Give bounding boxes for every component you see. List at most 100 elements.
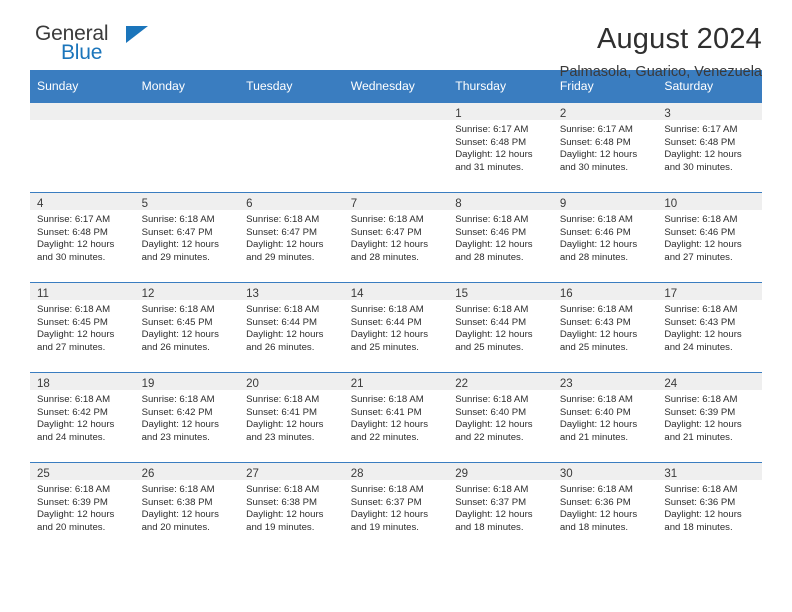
daylight-duration-line1: Daylight: 12 hours xyxy=(141,509,219,521)
day-sun-info: Sunrise: 6:18 AM Sunset: 6:37 PM Daylight:… xyxy=(344,480,449,534)
day-sun-info: Sunrise: 6:18 AM Sunset: 6:46 PM Daylight:… xyxy=(553,210,658,264)
calendar-day-cell[interactable]: 28 Sunrise: 6:18 AM Sunset: 6:37 PM Dayligh… xyxy=(343,462,449,552)
sunrise-time: Sunrise: 6:18 AM xyxy=(141,214,215,225)
calendar-day-cell[interactable]: 10 Sunrise: 6:18 AM Sunset: 6:46 PM Dayligh… xyxy=(657,192,762,283)
day-number: 25 xyxy=(37,468,50,480)
calendar-day-cell[interactable]: 15 Sunrise: 6:18 AM Sunset: 6:44 PM Dayligh… xyxy=(448,282,553,373)
day-number-band: 15 xyxy=(448,283,553,300)
sunrise-time: Sunrise: 6:18 AM xyxy=(455,304,529,315)
calendar-day-cell[interactable]: 18 Sunrise: 6:18 AM Sunset: 6:42 PM Dayligh… xyxy=(30,372,135,463)
calendar-day-cell[interactable]: 8 Sunrise: 6:18 AM Sunset: 6:46 PM Daylight… xyxy=(448,192,553,283)
calendar-day-cell[interactable]: 16 Sunrise: 6:18 AM Sunset: 6:43 PM Dayligh… xyxy=(552,282,658,373)
calendar-day-cell[interactable]: 26 Sunrise: 6:18 AM Sunset: 6:38 PM Dayligh… xyxy=(134,462,240,552)
day-number-band: 14 xyxy=(343,283,449,300)
daylight-duration-line1: Daylight: 12 hours xyxy=(455,509,533,521)
day-number: 2 xyxy=(559,108,567,120)
calendar-day-cell[interactable]: 4 Sunrise: 6:17 AM Sunset: 6:48 PM Daylight… xyxy=(30,192,135,283)
day-cell-inner xyxy=(239,103,344,192)
sunset-time: Sunset: 6:39 PM xyxy=(37,496,108,508)
sunset-time: Sunset: 6:45 PM xyxy=(37,316,108,328)
sunrise-time: Sunrise: 6:18 AM xyxy=(246,214,320,225)
calendar-day-cell[interactable]: 3 Sunrise: 6:17 AM Sunset: 6:48 PM Daylight… xyxy=(657,102,762,193)
day-number-band: 29 xyxy=(448,463,553,480)
sunset-time: Sunset: 6:37 PM xyxy=(455,496,527,508)
calendar-day-cell[interactable]: 27 Sunrise: 6:18 AM Sunset: 6:38 PM Dayligh… xyxy=(239,462,344,552)
calendar-day-cell[interactable]: 25 Sunrise: 6:18 AM Sunset: 6:39 PM Dayligh… xyxy=(30,462,135,552)
calendar-body: 1 Sunrise: 6:17 AM Sunset: 6:48 PM Daylight… xyxy=(30,102,762,552)
day-sun-info: Sunrise: 6:18 AM Sunset: 6:42 PM Daylight:… xyxy=(30,390,135,444)
sunrise-time: Sunrise: 6:18 AM xyxy=(37,394,111,405)
daylight-duration-line1: Daylight: 12 hours xyxy=(559,509,638,521)
day-cell-inner: 24 Sunrise: 6:18 AM Sunset: 6:39 PM Dayligh… xyxy=(657,373,762,462)
day-number-band: 16 xyxy=(552,283,658,300)
page-title: August 2024 xyxy=(596,23,762,55)
day-number: 8 xyxy=(455,198,462,210)
day-number: 4 xyxy=(37,198,44,210)
day-number-band: 4 xyxy=(30,193,135,210)
calendar-week-row: 18 Sunrise: 6:18 AM Sunset: 6:42 PM Dayligh… xyxy=(30,372,762,463)
sunrise-time: Sunrise: 6:18 AM xyxy=(559,214,633,225)
day-number-band: 10 xyxy=(657,193,762,210)
day-number-band: 28 xyxy=(343,463,449,480)
calendar-day-cell-empty xyxy=(239,102,344,193)
day-number-band: 12 xyxy=(134,283,240,300)
generalblue-logo: General Blue xyxy=(30,22,155,70)
calendar-day-cell[interactable]: 17 Sunrise: 6:18 AM Sunset: 6:43 PM Dayligh… xyxy=(657,282,762,373)
day-number-band: 2 xyxy=(552,103,658,120)
sunrise-time: Sunrise: 6:17 AM xyxy=(37,214,111,225)
day-cell-inner: 14 Sunrise: 6:18 AM Sunset: 6:44 PM Dayligh… xyxy=(343,283,449,372)
sunrise-time: Sunrise: 6:18 AM xyxy=(559,394,633,405)
calendar-day-cell[interactable]: 30 Sunrise: 6:18 AM Sunset: 6:36 PM Dayligh… xyxy=(552,462,658,552)
sunset-time: Sunset: 6:39 PM xyxy=(664,406,736,418)
sunset-time: Sunset: 6:43 PM xyxy=(664,316,736,328)
day-sun-info: Sunrise: 6:18 AM Sunset: 6:45 PM Daylight:… xyxy=(30,300,135,354)
sunset-time: Sunset: 6:40 PM xyxy=(559,406,631,418)
calendar-day-cell[interactable]: 9 Sunrise: 6:18 AM Sunset: 6:46 PM Daylight… xyxy=(552,192,658,283)
sunrise-time: Sunrise: 6:18 AM xyxy=(141,484,215,495)
calendar-day-cell[interactable]: 19 Sunrise: 6:18 AM Sunset: 6:42 PM Dayligh… xyxy=(134,372,240,463)
sunrise-time: Sunrise: 6:18 AM xyxy=(455,484,529,495)
daylight-duration-line2: and 27 minutes. xyxy=(664,251,733,263)
day-cell-inner: 15 Sunrise: 6:18 AM Sunset: 6:44 PM Dayligh… xyxy=(448,283,553,372)
calendar-day-cell[interactable]: 24 Sunrise: 6:18 AM Sunset: 6:39 PM Dayligh… xyxy=(657,372,762,463)
day-number-band: 19 xyxy=(134,373,240,390)
calendar-day-cell[interactable]: 6 Sunrise: 6:18 AM Sunset: 6:47 PM Daylight… xyxy=(239,192,344,283)
calendar-day-cell[interactable]: 11 Sunrise: 6:18 AM Sunset: 6:45 PM Dayligh… xyxy=(30,282,135,373)
calendar-day-cell[interactable]: 29 Sunrise: 6:18 AM Sunset: 6:37 PM Dayligh… xyxy=(448,462,553,552)
calendar-day-cell[interactable]: 1 Sunrise: 6:17 AM Sunset: 6:48 PM Daylight… xyxy=(448,102,553,193)
calendar-day-cell[interactable]: 13 Sunrise: 6:18 AM Sunset: 6:44 PM Dayligh… xyxy=(239,282,344,373)
calendar-day-cell[interactable]: 22 Sunrise: 6:18 AM Sunset: 6:40 PM Dayligh… xyxy=(448,372,553,463)
day-cell-inner: 30 Sunrise: 6:18 AM Sunset: 6:36 PM Dayligh… xyxy=(552,463,658,552)
calendar-day-cell[interactable]: 14 Sunrise: 6:18 AM Sunset: 6:44 PM Dayligh… xyxy=(343,282,449,373)
day-number: 18 xyxy=(37,378,50,390)
daylight-duration-line1: Daylight: 12 hours xyxy=(559,239,638,251)
sunrise-time: Sunrise: 6:18 AM xyxy=(664,304,738,315)
day-cell-inner: 1 Sunrise: 6:17 AM Sunset: 6:48 PM Daylight… xyxy=(448,103,553,192)
calendar-day-cell[interactable]: 12 Sunrise: 6:18 AM Sunset: 6:45 PM Dayligh… xyxy=(134,282,240,373)
daylight-duration-line2: and 29 minutes. xyxy=(141,251,210,263)
calendar-day-cell[interactable]: 23 Sunrise: 6:18 AM Sunset: 6:40 PM Dayligh… xyxy=(552,372,658,463)
calendar-day-cell[interactable]: 21 Sunrise: 6:18 AM Sunset: 6:41 PM Dayligh… xyxy=(343,372,449,463)
calendar-day-cell[interactable]: 2 Sunrise: 6:17 AM Sunset: 6:48 PM Daylight… xyxy=(552,102,658,193)
title-block: August 2024 Palmasola, Guarico, Venezuel… xyxy=(560,22,762,82)
weekday-header-tuesday: Tuesday xyxy=(239,70,344,103)
calendar-day-cell[interactable]: 5 Sunrise: 6:18 AM Sunset: 6:47 PM Daylight… xyxy=(134,192,240,283)
calendar-day-cell[interactable]: 20 Sunrise: 6:18 AM Sunset: 6:41 PM Dayligh… xyxy=(239,372,344,463)
day-number-band: 30 xyxy=(552,463,658,480)
calendar-day-cell[interactable]: 31 Sunrise: 6:18 AM Sunset: 6:36 PM Dayligh… xyxy=(657,462,762,552)
sunrise-time: Sunrise: 6:18 AM xyxy=(37,304,111,315)
sunset-time: Sunset: 6:42 PM xyxy=(141,406,213,418)
day-sun-info: Sunrise: 6:18 AM Sunset: 6:47 PM Daylight:… xyxy=(344,210,449,264)
day-cell-inner: 31 Sunrise: 6:18 AM Sunset: 6:36 PM Dayligh… xyxy=(657,463,762,552)
day-number: 16 xyxy=(559,288,573,300)
sunrise-time: Sunrise: 6:18 AM xyxy=(350,304,424,315)
calendar-day-cell[interactable]: 7 Sunrise: 6:18 AM Sunset: 6:47 PM Daylight… xyxy=(343,192,449,283)
sunset-time: Sunset: 6:38 PM xyxy=(246,496,318,508)
calendar-day-cell-empty xyxy=(30,102,135,193)
day-number: 20 xyxy=(246,378,259,390)
day-number-band: 6 xyxy=(239,193,344,210)
day-number-band: 22 xyxy=(448,373,553,390)
logo-text-blue: Blue xyxy=(61,41,103,64)
day-number: 24 xyxy=(664,378,678,390)
day-cell-inner: 28 Sunrise: 6:18 AM Sunset: 6:37 PM Dayligh… xyxy=(343,463,449,552)
